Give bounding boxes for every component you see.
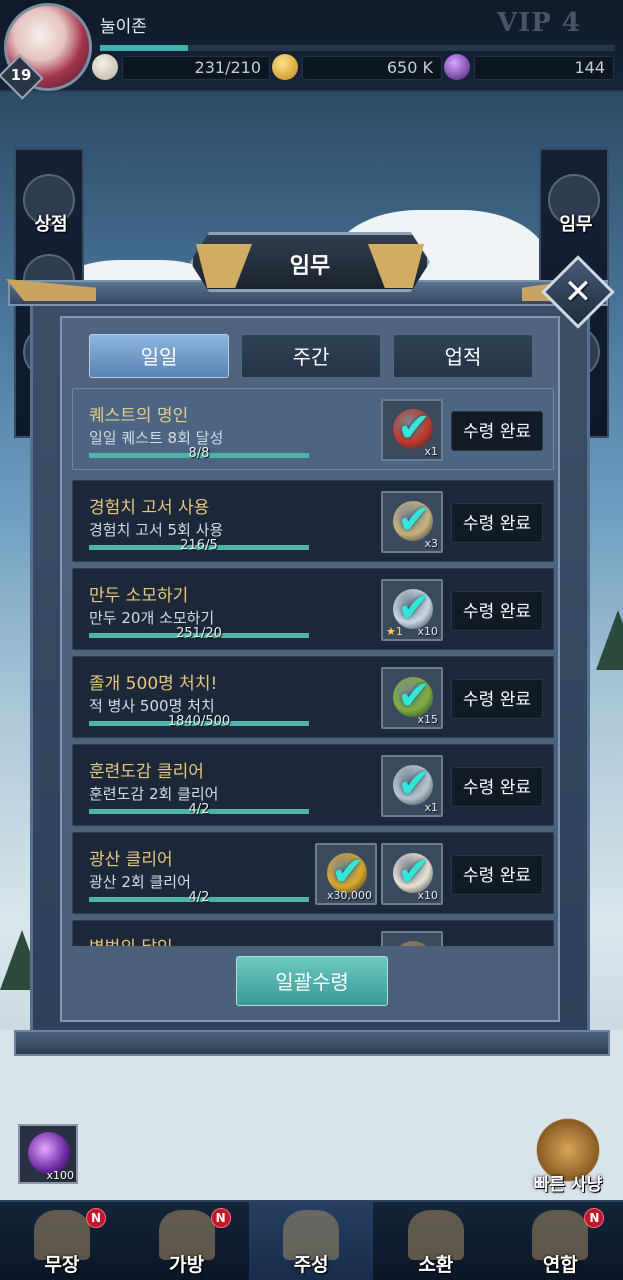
nav-label: 소환 (418, 1254, 454, 1276)
mission-label[interactable]: 임무 (541, 210, 611, 236)
reward-quantity: x15 (417, 713, 438, 726)
claim-all-button[interactable]: 일괄수령 (236, 956, 388, 1006)
reward-slot[interactable]: ✔ x15 (381, 667, 443, 729)
quest-description: 만두 20개 소모하기 (89, 609, 215, 627)
shop-label[interactable]: 상점 (16, 210, 86, 236)
reward-slot[interactable]: ✔ x10 (381, 843, 443, 905)
nav-label: 무장 (44, 1254, 80, 1276)
quest-description: 경험치 고서 5회 사용 (89, 521, 224, 539)
notification-badge: N (584, 1208, 605, 1228)
quest-title: 훈련도감 클리어 (89, 762, 204, 782)
quest-progress-text: 251/20 (176, 626, 222, 641)
quest-title: 병법의 달인 (89, 933, 173, 946)
quest-progress-text: 4/2 (188, 802, 210, 817)
notification-badge: N (86, 1208, 106, 1228)
claimed-button[interactable]: 수령 완료 (451, 411, 543, 451)
reward-star-level: ★1 (386, 625, 403, 638)
scroll-icon (393, 941, 433, 946)
reward-slot[interactable] (381, 931, 443, 946)
quest-row: 경험치 고서 사용경험치 고서 5회 사용 216/5 ✔ x3 수령 완료 (72, 480, 554, 562)
dumpling-icon (92, 54, 118, 80)
top-status-bar: 19 눌이존 VIP 4 231/210 650 K 144 (0, 0, 623, 100)
quest-progress-text: 4/2 (188, 890, 210, 905)
quest-description: 적 병사 500명 처치 (89, 697, 215, 715)
tab-daily[interactable]: 일일 (89, 334, 229, 378)
reward-quantity: x1 (424, 801, 438, 814)
quest-title: 광산 클리어 (89, 850, 173, 870)
claimed-button[interactable]: 수령 완료 (451, 679, 543, 719)
claimed-button[interactable]: 수령 완료 (451, 591, 543, 631)
quest-description: 광산 2회 클리어 (89, 873, 191, 891)
quest-row: 만두 소모하기 만두 20개 소모하기 251/20 ✔ x10 ★1 수령 완료 (72, 568, 554, 650)
quest-description: 훈련도감 2회 클리어 (89, 785, 219, 803)
reward-quantity: x30,000 (327, 889, 372, 902)
quest-description: 일일 퀘스트 8회 달성 (89, 429, 224, 447)
reward-quantity: x3 (424, 537, 438, 550)
gem-value[interactable]: 144 (474, 56, 614, 80)
player-name: 눌이존 (100, 17, 147, 37)
resource-row: 231/210 650 K 144 (92, 54, 617, 82)
exp-bar (100, 45, 615, 51)
tab-achievement[interactable]: 업적 (393, 334, 533, 378)
reward-slot[interactable]: ✔ x3 (381, 491, 443, 553)
dialog-title: 임무 (289, 254, 331, 279)
quest-title: 퀘스트의 명인 (89, 406, 189, 426)
quest-list[interactable]: 퀘스트의 명인 일일 퀘스트 8회 달성 8/8 ✔ x1 수령 완료 경험치 고서 사용 경… (72, 388, 554, 946)
tab-weekly[interactable]: 주간 (241, 334, 381, 378)
quest-title: 만두 소모하기 (89, 586, 189, 606)
reward-slot[interactable]: ✔ x30,000 (315, 843, 377, 905)
gold-value[interactable]: 650 K (302, 56, 442, 80)
claimed-button[interactable]: 수령 완료 (451, 767, 543, 807)
nav-label: 가방 (169, 1254, 205, 1276)
quest-progress-text: 8/8 (188, 446, 210, 461)
pine-tree (596, 610, 623, 670)
vip-level[interactable]: VIP 4 (497, 8, 581, 38)
player-level: 19 (10, 66, 32, 84)
quest-row: 퀘스트의 명인일일 퀘스트 8회 달성 8/8 ✔ x1 수령 완료 (72, 388, 554, 470)
reward-slot[interactable]: ✔ x10 ★1 (381, 579, 443, 641)
quest-row: 훈련도감 클리어훈련도감 2회 클리어 4/2 ✔ x1 수령 완료 (72, 744, 554, 826)
reward-slot[interactable]: ✔ x1 (381, 755, 443, 817)
quick-hunt-label[interactable]: 빠른 사냥 (522, 1170, 614, 1195)
reward-quantity: x10 (417, 625, 438, 638)
nav-item-castle[interactable]: 주성 (249, 1202, 374, 1280)
quest-progress-text: 1840/500 (167, 714, 231, 729)
nav-item-bag[interactable]: 가방 N (125, 1202, 249, 1280)
gold-coin-icon (272, 54, 298, 80)
nav-item-general[interactable]: 무장 N (0, 1202, 124, 1280)
exp-bar-fill (100, 45, 188, 51)
purple-orb-icon (28, 1132, 70, 1174)
notification-badge: N (210, 1208, 231, 1228)
orb-item-slot[interactable]: x100 (18, 1124, 78, 1184)
quest-row: 졸개 500명 처치! 적 병사 500명 처치 1840/500 ✔ x15 수령 완료 (72, 656, 554, 738)
quest-title: 경험치 고서 사용 (89, 498, 210, 518)
reward-quantity: x10 (417, 889, 438, 902)
nav-label: 주성 (293, 1254, 329, 1276)
orb-quantity: x100 (46, 1169, 74, 1182)
stamina-value[interactable]: 231/210 (122, 56, 270, 80)
claimed-button[interactable]: 수령 완료 (451, 503, 543, 543)
reward-quantity: x1 (424, 445, 438, 458)
nav-label: 연합 (542, 1254, 578, 1276)
quest-title: 졸개 500명 처치! (89, 674, 218, 694)
quest-row: 광산 클리어광산 2회 클리어 4/2 ✔ x30,000 ✔ x10 수령 완료 (72, 832, 554, 914)
reward-slot[interactable]: ✔ x1 (381, 399, 443, 461)
dialog-bottom-beam (14, 1030, 610, 1056)
nav-item-summon[interactable]: 소환 (374, 1202, 498, 1280)
nav-item-alliance-flag[interactable]: 연합 N (498, 1202, 622, 1280)
gem-icon (444, 54, 470, 80)
quest-progress-text: 216/5 (180, 538, 218, 553)
quest-row: 병법의 달인 (72, 920, 554, 946)
claimed-button[interactable]: 수령 완료 (451, 855, 543, 895)
